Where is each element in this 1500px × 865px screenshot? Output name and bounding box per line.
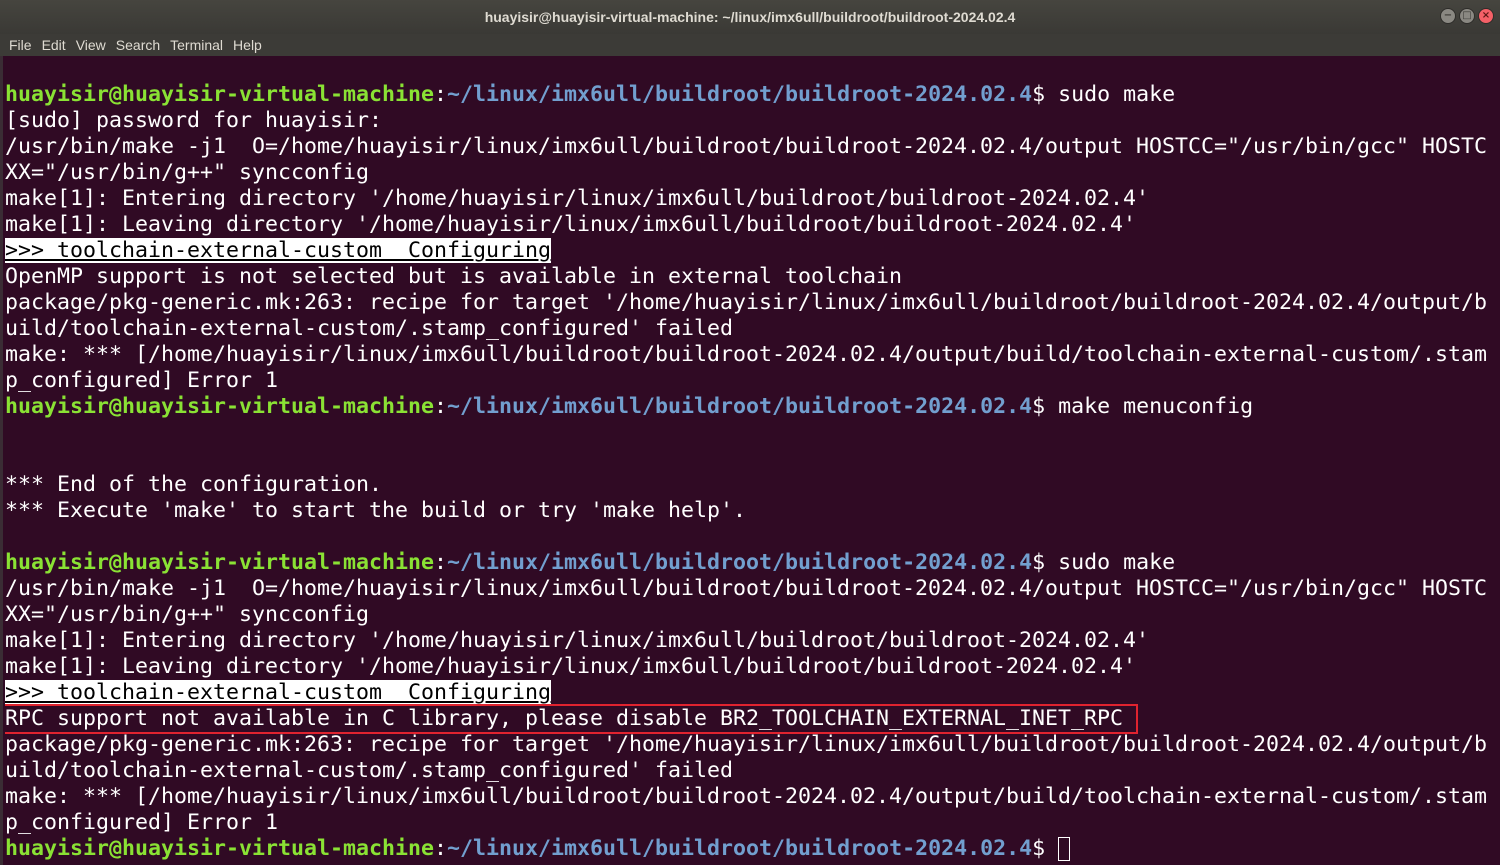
close-button[interactable]: × [1478, 8, 1494, 24]
output-text: p_configured] Error 1 [5, 810, 279, 835]
prompt-symbol: $ [1032, 394, 1046, 419]
prompt-path: ~/linux/imx6ull/buildroot/buildroot-2024… [447, 394, 1033, 419]
prompt-user-host: huayisir@huayisir-virtual-machine [5, 82, 435, 107]
maximize-button[interactable]: □ [1459, 8, 1475, 24]
output-text: p_configured] Error 1 [5, 368, 279, 393]
terminal-line: >>> toolchain-external-custom Configurin… [5, 238, 1495, 264]
prompt-line: huayisir@huayisir-virtual-machine:~/linu… [5, 82, 1495, 108]
terminal-line: package/pkg-generic.mk:263: recipe for t… [5, 290, 1495, 316]
highlighted-status-text: >>> toolchain-external-custom Configurin… [5, 680, 552, 705]
output-text: make[1]: Leaving directory '/home/huayis… [5, 654, 1137, 679]
prompt-path: ~/linux/imx6ull/buildroot/buildroot-2024… [447, 82, 1033, 107]
output-text: make[1]: Leaving directory '/home/huayis… [5, 212, 1137, 237]
window-controls: − □ × [1440, 8, 1494, 26]
output-text: make[1]: Entering directory '/home/huayi… [5, 186, 1150, 211]
prompt-path: ~/linux/imx6ull/buildroot/buildroot-2024… [447, 836, 1033, 861]
terminal-line: OpenMP support is not selected but is av… [5, 264, 1495, 290]
terminal-line: p_configured] Error 1 [5, 368, 1495, 394]
terminal-line: /usr/bin/make -j1 O=/home/huayisir/linux… [5, 576, 1495, 602]
prompt-colon: : [434, 836, 448, 861]
terminal-line: *** Execute 'make' to start the build or… [5, 498, 1495, 524]
output-text: XX="/usr/bin/g++" syncconfig [5, 602, 370, 627]
prompt-path: ~/linux/imx6ull/buildroot/buildroot-2024… [447, 550, 1033, 575]
output-text: XX="/usr/bin/g++" syncconfig [5, 160, 370, 185]
output-text: /usr/bin/make -j1 O=/home/huayisir/linux… [5, 576, 1488, 601]
prompt-colon: : [434, 550, 448, 575]
command-text: sudo make [1045, 550, 1176, 575]
terminal-line: p_configured] Error 1 [5, 810, 1495, 836]
terminal-line: RPC support not available in C library, … [5, 704, 1495, 734]
minimize-button[interactable]: − [1440, 8, 1456, 24]
output-text: *** End of the configuration. [5, 472, 383, 497]
terminal-line: make[1]: Leaving directory '/home/huayis… [5, 212, 1495, 238]
prompt-symbol: $ [1032, 550, 1046, 575]
terminal-window: huayisir@huayisir-virtual-machine: ~/lin… [0, 0, 1500, 865]
prompt-line: huayisir@huayisir-virtual-machine:~/linu… [5, 394, 1495, 420]
terminal-line: make[1]: Entering directory '/home/huayi… [5, 186, 1495, 212]
output-text: make[1]: Entering directory '/home/huayi… [5, 628, 1150, 653]
command-text: sudo make [1045, 82, 1176, 107]
menu-file[interactable]: File [4, 34, 37, 56]
highlighted-status-text: >>> toolchain-external-custom Configurin… [5, 238, 552, 263]
terminal-line: make: *** [/home/huayisir/linux/imx6ull/… [5, 342, 1495, 368]
error-highlight-box: RPC support not available in C library, … [5, 704, 1139, 734]
window-left-border [0, 56, 3, 865]
terminal-line: /usr/bin/make -j1 O=/home/huayisir/linux… [5, 134, 1495, 160]
prompt-symbol: $ [1032, 82, 1046, 107]
output-text: uild/toolchain-external-custom/.stamp_co… [5, 758, 734, 783]
terminal-output[interactable]: huayisir@huayisir-virtual-machine:~/linu… [5, 82, 1495, 865]
menu-view[interactable]: View [71, 34, 111, 56]
menu-search[interactable]: Search [111, 34, 165, 56]
output-text: *** Execute 'make' to start the build or… [5, 498, 747, 523]
output-text: make: *** [/home/huayisir/linux/imx6ull/… [5, 784, 1488, 809]
output-text: /usr/bin/make -j1 O=/home/huayisir/linux… [5, 134, 1488, 159]
menu-help[interactable]: Help [228, 34, 267, 56]
text-cursor [1058, 837, 1071, 861]
terminal-line: uild/toolchain-external-custom/.stamp_co… [5, 758, 1495, 784]
prompt-user-host: huayisir@huayisir-virtual-machine [5, 394, 435, 419]
output-text: make: *** [/home/huayisir/linux/imx6ull/… [5, 342, 1488, 367]
window-title: huayisir@huayisir-virtual-machine: ~/lin… [484, 9, 1016, 25]
terminal-line: package/pkg-generic.mk:263: recipe for t… [5, 732, 1495, 758]
title-bar[interactable]: huayisir@huayisir-virtual-machine: ~/lin… [0, 0, 1500, 34]
terminal-line: make[1]: Entering directory '/home/huayi… [5, 628, 1495, 654]
menu-edit[interactable]: Edit [37, 34, 71, 56]
terminal-line: make[1]: Leaving directory '/home/huayis… [5, 654, 1495, 680]
terminal-line: XX="/usr/bin/g++" syncconfig [5, 602, 1495, 628]
terminal-line: XX="/usr/bin/g++" syncconfig [5, 160, 1495, 186]
output-text: package/pkg-generic.mk:263: recipe for t… [5, 732, 1488, 757]
terminal-line: uild/toolchain-external-custom/.stamp_co… [5, 316, 1495, 342]
terminal-line: make: *** [/home/huayisir/linux/imx6ull/… [5, 784, 1495, 810]
prompt-line: huayisir@huayisir-virtual-machine:~/linu… [5, 836, 1495, 862]
output-text: OpenMP support is not selected but is av… [5, 264, 903, 289]
output-text: package/pkg-generic.mk:263: recipe for t… [5, 290, 1488, 315]
menu-bar: File Edit View Search Terminal Help [0, 34, 1500, 56]
command-text: make menuconfig [1045, 394, 1254, 419]
prompt-symbol: $ [1032, 836, 1046, 861]
terminal-line: [sudo] password for huayisir: [5, 108, 1495, 134]
menu-terminal[interactable]: Terminal [165, 34, 228, 56]
prompt-colon: : [434, 394, 448, 419]
terminal-line: >>> toolchain-external-custom Configurin… [5, 680, 1495, 706]
prompt-user-host: huayisir@huayisir-virtual-machine [5, 836, 435, 861]
output-text: uild/toolchain-external-custom/.stamp_co… [5, 316, 734, 341]
command-text [1045, 836, 1058, 861]
terminal-line: *** End of the configuration. [5, 472, 1495, 498]
prompt-colon: : [434, 82, 448, 107]
prompt-line: huayisir@huayisir-virtual-machine:~/linu… [5, 550, 1495, 576]
prompt-user-host: huayisir@huayisir-virtual-machine [5, 550, 435, 575]
output-text: [sudo] password for huayisir: [5, 108, 383, 133]
